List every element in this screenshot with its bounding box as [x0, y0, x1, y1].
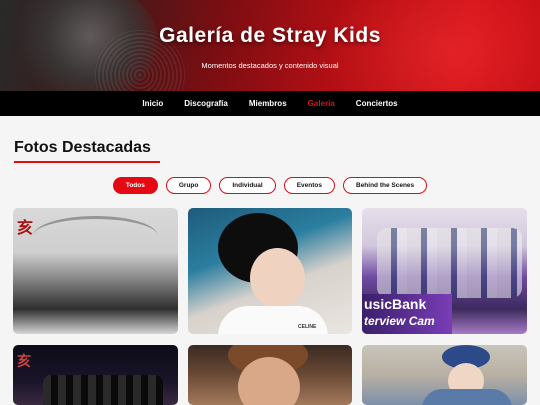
music-bank-text: usicBank: [364, 296, 427, 312]
nav-item-miembros[interactable]: Miembros: [249, 99, 287, 108]
filter-eventos[interactable]: Eventos: [283, 177, 335, 194]
face-shape: [250, 248, 305, 308]
gallery-photo-event-outdoor[interactable]: [362, 345, 527, 405]
hero-banner: Galería de Stray Kids Momentos destacado…: [0, 0, 540, 91]
shirt-shape: [422, 389, 512, 405]
filter-bar: Todos Grupo Individual Eventos Behind th…: [0, 177, 540, 194]
interview-cam-text: terview Cam: [364, 314, 435, 328]
chinese-character-decoration: 亥: [17, 353, 31, 369]
gallery-photo-group-stage[interactable]: 亥: [13, 345, 178, 405]
nav-item-conciertos[interactable]: Conciertos: [356, 99, 398, 108]
roof-shape: [33, 216, 158, 256]
filter-grupo[interactable]: Grupo: [165, 177, 212, 194]
gallery-photo-individual-closeup[interactable]: [188, 345, 352, 405]
gallery-photo-individual-portrait[interactable]: CELINE: [188, 208, 352, 334]
nav-item-galeria[interactable]: Galería: [308, 99, 335, 108]
filter-todos[interactable]: Todos: [112, 177, 158, 194]
nav-item-discografia[interactable]: Discografía: [184, 99, 228, 108]
filter-individual[interactable]: Individual: [219, 177, 276, 194]
gallery-photo-music-bank[interactable]: usicBank terview Cam: [362, 208, 527, 334]
shirt-logo: CELINE: [298, 324, 317, 330]
section-title: Fotos Destacadas: [14, 139, 151, 156]
page-subtitle: Momentos destacados y contenido visual: [201, 61, 339, 70]
page-title: Galería de Stray Kids: [159, 24, 381, 47]
chinese-character-decoration: 亥: [17, 220, 34, 237]
people-row: [43, 375, 163, 405]
people-group: [377, 228, 522, 298]
nav-item-inicio[interactable]: Inicio: [142, 99, 163, 108]
main-nav: Inicio Discografía Miembros Galería Conc…: [0, 91, 540, 116]
filter-behind-the-scenes[interactable]: Behind the Scenes: [343, 177, 428, 194]
title-underline: [14, 161, 160, 163]
gallery-photo-group-traditional[interactable]: 亥: [13, 208, 178, 334]
